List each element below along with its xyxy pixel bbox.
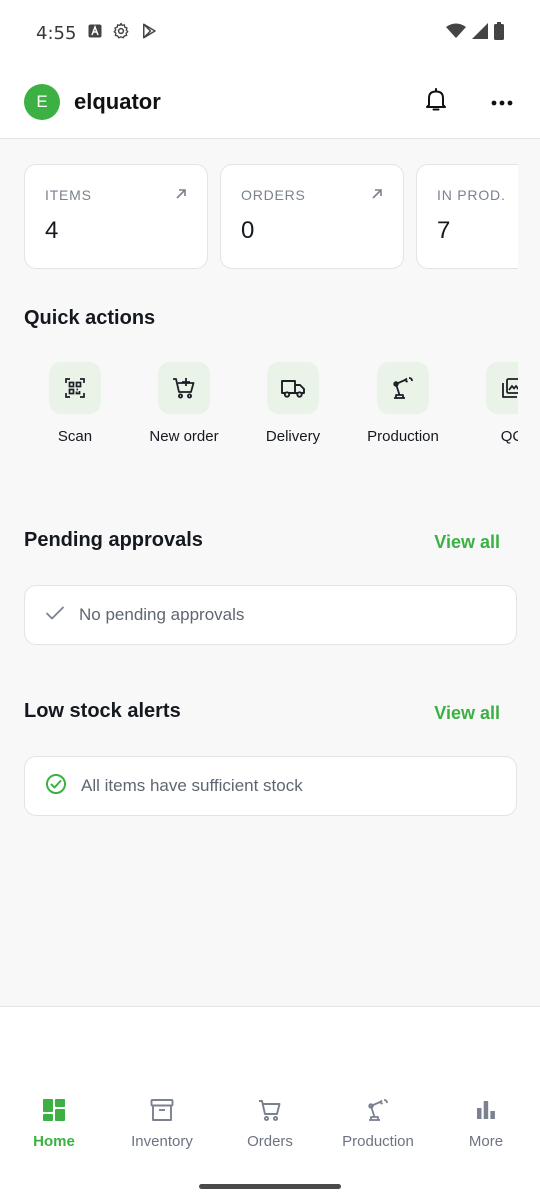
nav-item-more[interactable]: More [432,1095,540,1150]
status-system-icons [446,21,504,45]
action-label: New order [149,428,219,445]
stat-label: ORDERS [241,187,306,203]
pending-approvals-empty: No pending approvals [24,585,517,645]
battery-icon [494,21,504,45]
bell-icon [425,87,447,117]
stat-card-items[interactable]: ITEMS 4 [24,164,208,269]
arrow-up-right-icon [371,187,383,205]
stat-card-orders[interactable]: ORDERS 0 [220,164,404,269]
app-header: E elquator [0,66,540,139]
nav-item-production[interactable]: Production [324,1095,432,1150]
truck-icon [267,362,319,414]
nav-item-home[interactable]: Home [0,1095,108,1150]
status-bar: 4:55 [0,0,540,66]
status-time: 4:55 [36,22,77,44]
qr-scan-icon [49,362,101,414]
stat-value: 0 [241,217,255,244]
action-scan[interactable]: Scan [24,362,130,445]
robot-arm-icon [377,362,429,414]
pending-empty-text: No pending approvals [79,605,245,624]
nav-item-orders[interactable]: Orders [216,1095,324,1150]
nav-item-inventory[interactable]: Inventory [108,1095,216,1150]
stat-label: ITEMS [45,187,92,203]
dashboard-icon [0,1095,108,1125]
nav-label: Orders [247,1133,293,1150]
check-icon [45,605,65,626]
action-label: Production [367,428,439,445]
archive-box-icon [108,1095,216,1125]
nav-label: Home [33,1133,75,1150]
low-stock-empty: All items have sufficient stock [24,756,517,816]
cart-add-icon [158,362,210,414]
bar-chart-icon [432,1095,540,1125]
quick-actions-row: Scan New order Delivery Production QC [24,362,518,452]
action-label: QC [500,428,518,445]
nav-label: More [468,1133,504,1150]
action-delivery[interactable]: Delivery [238,362,348,445]
low-stock-view-all-link[interactable]: View all [434,703,500,724]
stat-card-in-production[interactable]: IN PROD. 7 [416,164,518,269]
nav-label: Inventory [131,1133,193,1150]
bottom-navigation: Home Inventory Orders Production More [0,1006,540,1200]
robot-arm-icon [324,1095,432,1125]
arrow-up-right-icon [175,187,187,205]
action-label: Scan [57,428,93,445]
cell-signal-icon [472,22,488,44]
notifications-button[interactable] [422,87,450,117]
low-stock-empty-text: All items have sufficient stock [81,776,303,795]
status-notification-icons [88,22,158,45]
check-circle-icon [45,773,67,800]
font-a-icon [88,24,102,43]
action-production[interactable]: Production [348,362,458,445]
more-horizontal-icon [491,93,513,111]
gallery-icon [486,362,518,414]
play-store-icon [140,22,158,45]
stat-value: 4 [45,217,59,244]
app-title: elquator [74,89,161,114]
action-label: Delivery [265,428,321,445]
action-new-order[interactable]: New order [129,362,239,445]
pending-approvals-title: Pending approvals [24,529,203,551]
settings-gear-icon [112,22,130,45]
wifi-icon [446,23,466,44]
stat-value: 7 [437,217,451,244]
cart-icon [216,1095,324,1125]
more-options-button[interactable] [488,88,516,116]
home-indicator[interactable] [199,1184,341,1189]
low-stock-title: Low stock alerts [24,700,181,722]
avatar[interactable]: E [24,84,60,120]
nav-label: Production [342,1133,414,1150]
action-qc[interactable]: QC [457,362,518,445]
stats-row: ITEMS 4 ORDERS 0 IN PROD. 7 [24,164,518,269]
stat-label: IN PROD. [437,187,506,203]
header-actions [422,87,516,117]
quick-actions-title: Quick actions [24,307,156,329]
pending-view-all-link[interactable]: View all [434,532,500,553]
